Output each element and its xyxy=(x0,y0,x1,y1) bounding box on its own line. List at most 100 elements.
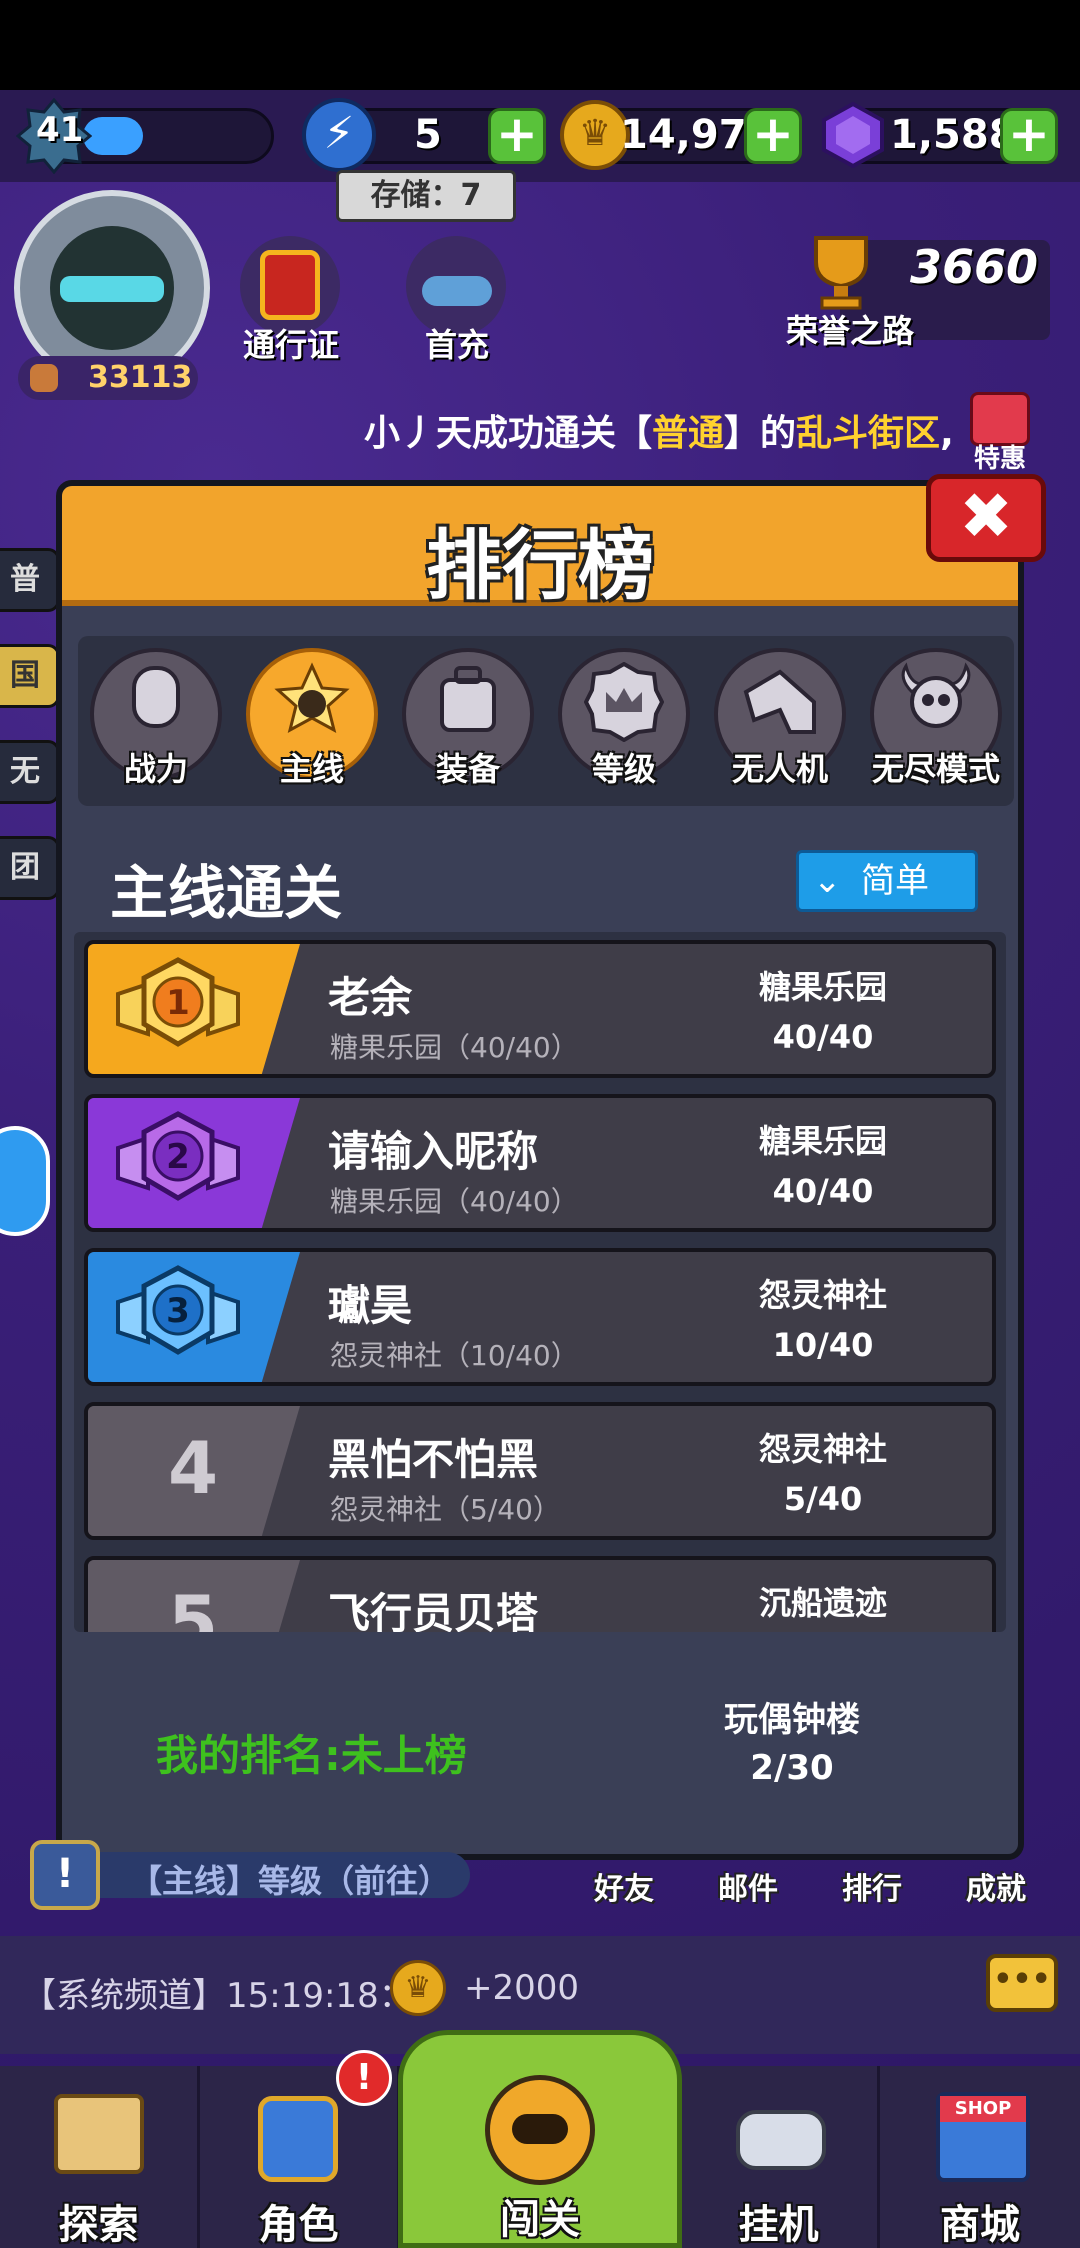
first-charge-button[interactable]: 首充 xyxy=(392,226,522,366)
nav-explore[interactable]: 探索 xyxy=(0,2066,200,2248)
player-sub: 糖果乐园（40/40） xyxy=(330,1031,579,1064)
ranking-row[interactable]: 3 瓛昊 怨灵神社（10/40） 怨灵神社 10/40 xyxy=(84,1248,996,1386)
my-progress: 2/30 xyxy=(750,1748,834,1788)
tab-label: 等级 xyxy=(591,750,656,788)
quick-ranking[interactable]: 排行 xyxy=(822,1864,922,1908)
trophy-value: 3660 xyxy=(910,240,1039,294)
marquee-mid: 】的 xyxy=(724,413,797,454)
pass-button[interactable]: 通行证 xyxy=(226,226,356,366)
nav-character[interactable]: ! 角色 xyxy=(200,2050,400,2248)
add-energy-button[interactable]: + xyxy=(488,108,546,164)
skull-star-icon xyxy=(274,662,350,733)
shop-tag: SHOP xyxy=(940,2096,1026,2122)
fist-icon xyxy=(132,666,180,728)
energy-value: 5 xyxy=(414,112,442,158)
skull-bomb-icon xyxy=(485,2075,595,2185)
marquee: 小丿天成功通关【普通】的乱斗街区, xyxy=(364,404,1064,454)
nav-label: 闯关 xyxy=(500,2197,580,2243)
storage-tooltip: 存储：7 xyxy=(336,170,516,222)
backpack-icon xyxy=(440,666,496,732)
trophy-icon xyxy=(806,232,876,312)
gamepad-icon xyxy=(736,2110,826,2170)
side-tab-3[interactable]: 无 xyxy=(0,740,60,804)
close-button[interactable]: ✖ xyxy=(926,474,1046,562)
drone-icon xyxy=(743,669,816,734)
marquee-prefix: 小丿天成功通关【 xyxy=(364,413,653,454)
power-value: 33113 xyxy=(88,360,193,395)
tab-drone[interactable]: 无人机 xyxy=(710,644,850,794)
add-gems-button[interactable]: + xyxy=(1000,108,1058,164)
svg-text:3: 3 xyxy=(166,1291,190,1331)
rank-number: 5 xyxy=(167,1580,219,1632)
honor-road-button[interactable]: 3660 荣誉之路 xyxy=(780,230,1060,350)
tab-label: 战力 xyxy=(123,750,188,788)
tab-label: 装备 xyxy=(435,750,500,788)
status-bar xyxy=(0,0,1080,90)
quick-friends[interactable]: 好友 xyxy=(574,1864,674,1908)
player-sub: 糖果乐园（40/40） xyxy=(330,1185,579,1218)
difficulty-value: 简单 xyxy=(861,861,929,901)
rank-badge: 3 xyxy=(88,1252,300,1382)
svg-text:2: 2 xyxy=(166,1137,190,1177)
rank-badge: 4 xyxy=(88,1406,300,1536)
marquee-suffix: , xyxy=(940,413,954,454)
coin-icon: ♛ xyxy=(390,1960,446,2016)
tab-level[interactable]: 等级 xyxy=(554,644,694,794)
nav-label: 探索 xyxy=(58,2202,139,2248)
side-tab-2[interactable]: 国 xyxy=(0,644,60,708)
friend-float-icon[interactable] xyxy=(0,1126,50,1236)
ranking-row[interactable]: 4 黑怕不怕黑 怨灵神社（5/40） 怨灵神社 5/40 xyxy=(84,1402,996,1540)
stage-name: 沉船遗迹 xyxy=(758,1584,887,1622)
side-tab-1[interactable]: 普 xyxy=(0,548,60,612)
quick-mail[interactable]: 邮件 xyxy=(698,1864,798,1908)
task-label: 【主线】等级（前往） xyxy=(130,1862,451,1900)
tab-equipment[interactable]: 装备 xyxy=(398,644,538,794)
marquee-mode: 普通 xyxy=(652,413,725,454)
shop-icon: SHOP xyxy=(936,2092,1030,2182)
exclamation-shield-icon: ! xyxy=(30,1840,100,1910)
rank-badge: 2 xyxy=(88,1098,300,1228)
player-sub: 怨灵神社（10/40） xyxy=(330,1339,579,1372)
system-message: 【系统频道】15:19:18： xyxy=(22,1968,413,2017)
power-display: 33113 xyxy=(18,356,198,400)
tab-endless[interactable]: 无尽模式 xyxy=(866,644,1006,794)
ranking-row[interactable]: 2 请输入昵称 糖果乐园（40/40） 糖果乐园 40/40 xyxy=(84,1094,996,1232)
nav-stages[interactable]: 闯关 xyxy=(398,2030,682,2248)
chat-icon[interactable]: ••• xyxy=(986,1954,1058,2012)
add-coins-button[interactable]: + xyxy=(744,108,802,164)
ranking-row[interactable]: 1 老余 糖果乐园（40/40） 糖果乐园 40/40 xyxy=(84,940,996,1078)
rank-number: 4 xyxy=(167,1426,219,1510)
player-name: 瓛昊 xyxy=(328,1281,413,1330)
tab-main-line[interactable]: 主线 xyxy=(242,644,382,794)
ranking-row[interactable]: 5 飞行员贝塔 沉船遗迹 xyxy=(84,1556,996,1632)
game-screen: { "top": { "level": "41", "energy": "5",… xyxy=(0,0,1080,2248)
nav-idle[interactable]: 挂机 xyxy=(680,2066,880,2248)
channel-time: 【系统频道】15:19:18： xyxy=(22,1976,413,2016)
honor-road-label: 荣誉之路 xyxy=(786,312,915,350)
character-shield-icon xyxy=(258,2096,338,2182)
gem-icon xyxy=(820,101,886,169)
tab-label: 主线 xyxy=(279,750,344,788)
side-tab-4[interactable]: 团 xyxy=(0,836,60,900)
chevron-down-icon: ⌄ xyxy=(813,861,842,901)
stage-name: 糖果乐园 xyxy=(758,968,887,1006)
leaderboard-header: 排行榜 xyxy=(62,486,1018,610)
my-rank: 我的排名:未上榜 xyxy=(156,1731,467,1780)
tab-power[interactable]: 战力 xyxy=(86,644,226,794)
stage-progress: 5/40 xyxy=(783,1480,863,1518)
stage-name: 怨灵神社 xyxy=(758,1276,887,1314)
player-name: 请输入昵称 xyxy=(328,1127,539,1176)
leaderboard-panel: 排行榜 ✖ 战力 主线 装备 等级 无人机 无尽模式 主线通关 ⌄ 简单 1 老… xyxy=(56,474,1046,1860)
player-name: 黑怕不怕黑 xyxy=(328,1435,539,1484)
quick-achievements[interactable]: 成就 xyxy=(946,1864,1046,1908)
my-stage: 玩偶钟楼 xyxy=(724,1700,860,1740)
difficulty-dropdown[interactable]: ⌄ 简单 xyxy=(796,850,978,912)
nav-label: 商城 xyxy=(940,2202,1020,2248)
nav-shop[interactable]: SHOP 商城 xyxy=(880,2066,1080,2248)
bullet-icon xyxy=(30,364,58,392)
special-offer-button[interactable]: 特惠 xyxy=(960,388,1040,480)
horned-skull-icon xyxy=(901,662,971,728)
stage-name: 糖果乐园 xyxy=(758,1122,887,1160)
ranking-list[interactable]: 1 老余 糖果乐园（40/40） 糖果乐园 40/40 2 请输入昵称 糖果乐园… xyxy=(74,932,1006,1632)
task-bar[interactable]: ! 【主线】等级（前往） xyxy=(30,1840,470,1910)
